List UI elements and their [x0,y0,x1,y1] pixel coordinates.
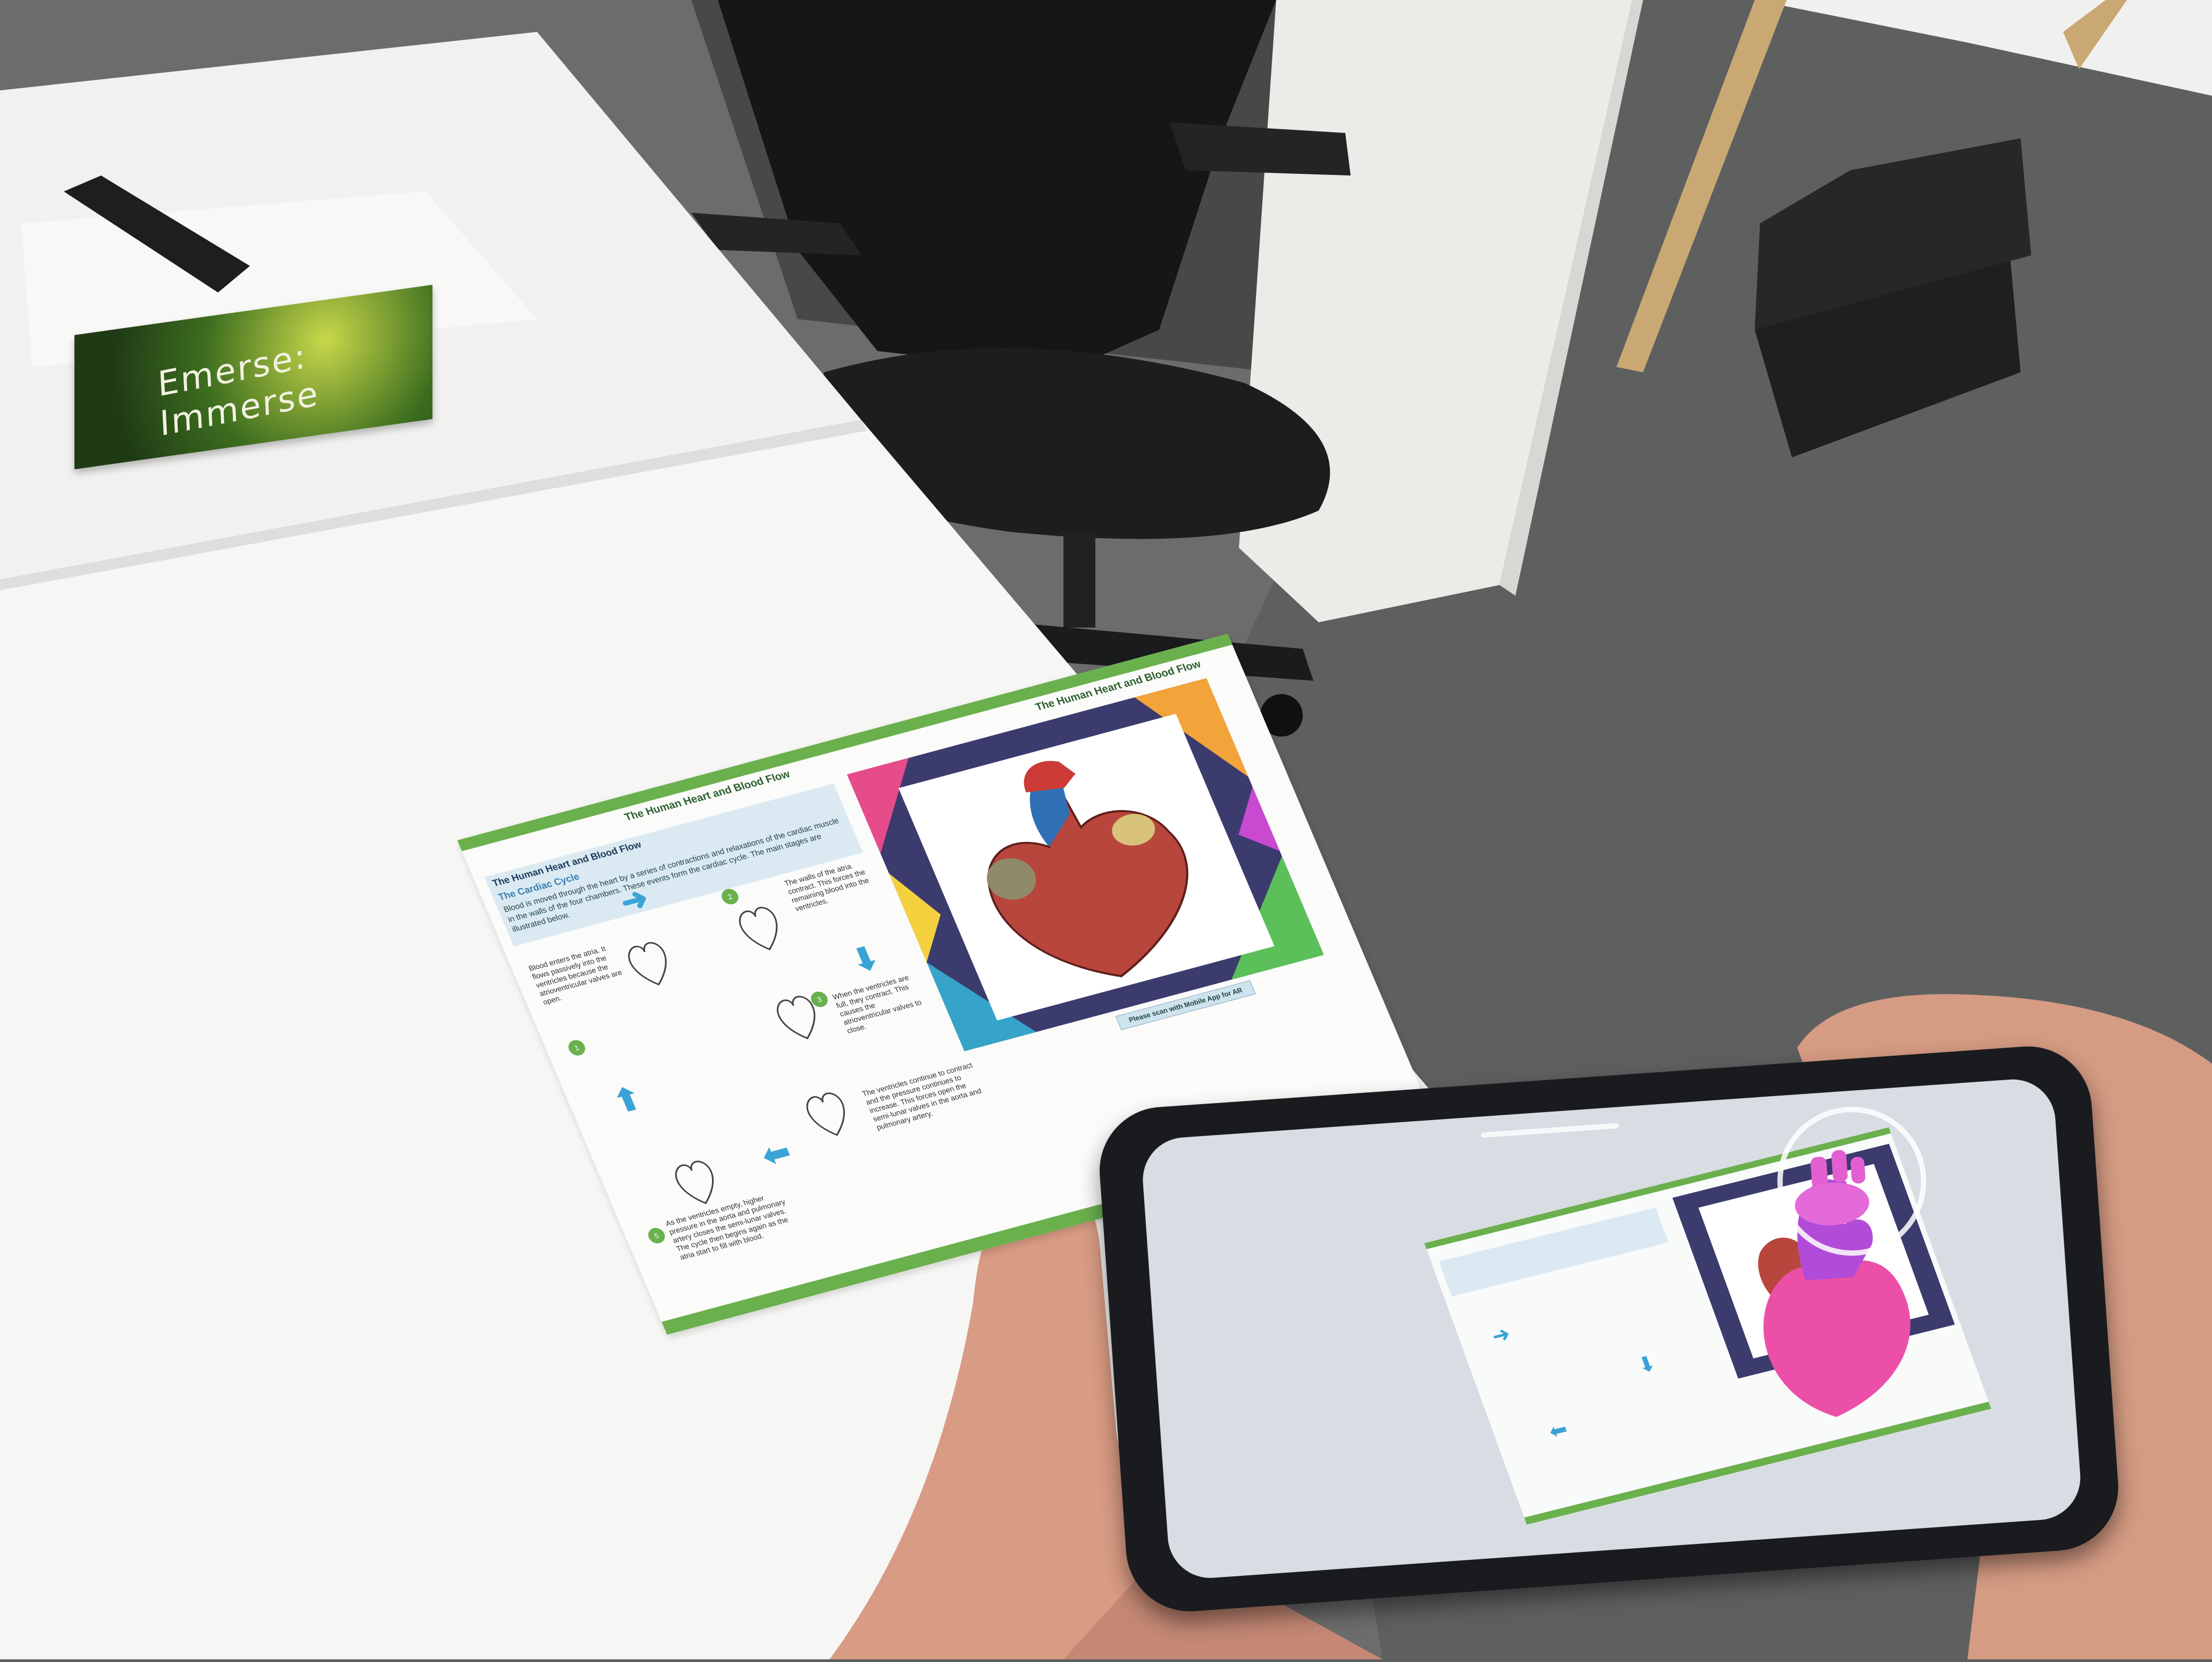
step-text-3: When the ventricles are full, they contr… [831,973,923,1035]
booklet-title: Emerse: Immerse [157,335,320,445]
heart-diagram-2-icon [739,907,778,950]
photo-scene: Emerse: Immerse The Human Heart and Bloo… [0,0,2212,1659]
smartphone: ➜ ⬇ ⬅ [1095,1042,2123,1616]
step-number-5: 5 [646,1226,668,1246]
heart-diagram-1-icon [628,942,667,986]
arrow-up-icon: ⬆ [607,1080,648,1120]
step-text-1: Blood enters the atria. It flows passive… [527,944,624,1007]
step-number-1: 1 [566,1038,588,1057]
screen-indicator [1480,1123,1619,1138]
step-text-4: The ventricles continue to contract and … [860,1060,983,1132]
phone-screen[interactable]: ➜ ⬇ ⬅ [1139,1076,2083,1581]
heart-diagram-4-icon [806,1092,845,1136]
arrow-down-icon: ⬇ [845,939,885,980]
arrow-left-icon: ⬅ [756,1133,797,1174]
